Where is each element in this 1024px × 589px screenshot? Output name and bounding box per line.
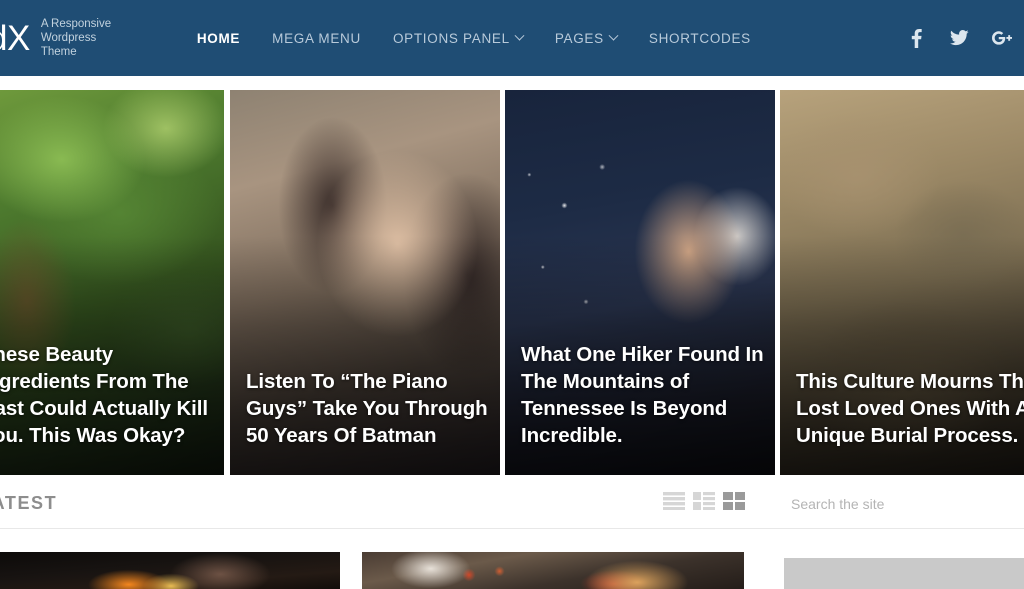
post-card-grill[interactable] (0, 552, 340, 589)
chevron-down-icon (514, 30, 525, 41)
nav-item-options-panel[interactable]: OPTIONS PANEL (377, 30, 539, 46)
nav-item-shortcodes-label: SHORTCODES (648, 30, 751, 46)
grid-view-toggle[interactable] (723, 492, 745, 510)
site-tagline: A Responsive Wordpress Theme (41, 17, 133, 59)
latest-heading: LATEST (0, 492, 58, 513)
list-thumb-view-toggle[interactable] (693, 492, 715, 510)
slide-title: What One Hiker Found In The Mountains of… (521, 343, 764, 447)
post-thumbnail-grill-fire-bbq (0, 552, 340, 589)
featured-slide[interactable]: Listen To “The Piano Guys” Take You Thro… (230, 90, 500, 475)
site-header: dX A Responsive Wordpress Theme HOME MEG… (0, 0, 1024, 76)
featured-slide[interactable]: This Culture Mourns Their Lost Loved One… (780, 90, 1024, 475)
tagline-line-2: Wordpress Theme (40, 32, 97, 58)
social-links (906, 28, 1012, 48)
slide-title: Listen To “The Piano Guys” Take You Thro… (246, 370, 488, 447)
main-navigation: HOME MEGA MENU OPTIONS PANEL PAGES SHORT… (181, 30, 906, 46)
nav-item-pages[interactable]: PAGES (539, 30, 633, 46)
featured-slider: These Beauty Ingredients From The Past C… (0, 90, 1024, 475)
twitter-icon[interactable] (949, 28, 969, 48)
nav-item-home-label: HOME (196, 30, 241, 46)
list-view-toggle[interactable] (663, 492, 685, 510)
view-toggle-group (663, 492, 745, 510)
post-card-pizza[interactable] (362, 552, 744, 589)
site-brand[interactable]: dX A Responsive Wordpress Theme (0, 17, 133, 59)
nav-item-options-panel-label: OPTIONS PANEL (392, 30, 510, 46)
tagline-line-1: A Responsive (40, 18, 112, 30)
search-input[interactable] (782, 495, 1018, 512)
sidebar-widget-placeholder (784, 558, 1024, 589)
search-form (782, 478, 1024, 529)
site-logo: dX (0, 18, 30, 58)
facebook-icon[interactable] (906, 28, 926, 48)
latest-section-bar: LATEST (0, 478, 1024, 529)
google-plus-icon[interactable] (992, 28, 1012, 48)
post-thumbnail-pizza-on-table (362, 552, 744, 589)
nav-item-home[interactable]: HOME (181, 31, 256, 46)
slide-title: These Beauty Ingredients From The Past C… (0, 343, 208, 447)
nav-item-shortcodes[interactable]: SHORTCODES (633, 31, 767, 46)
chevron-down-icon (608, 30, 619, 41)
featured-slide[interactable]: These Beauty Ingredients From The Past C… (0, 90, 224, 475)
slide-title: This Culture Mourns Their Lost Loved One… (796, 370, 1024, 447)
content-area (0, 529, 1024, 589)
featured-slide[interactable]: What One Hiker Found In The Mountains of… (505, 90, 775, 475)
nav-item-mega-menu-label: MEGA MENU (272, 30, 361, 46)
nav-item-pages-label: PAGES (554, 30, 604, 46)
nav-item-mega-menu[interactable]: MEGA MENU (256, 31, 377, 46)
